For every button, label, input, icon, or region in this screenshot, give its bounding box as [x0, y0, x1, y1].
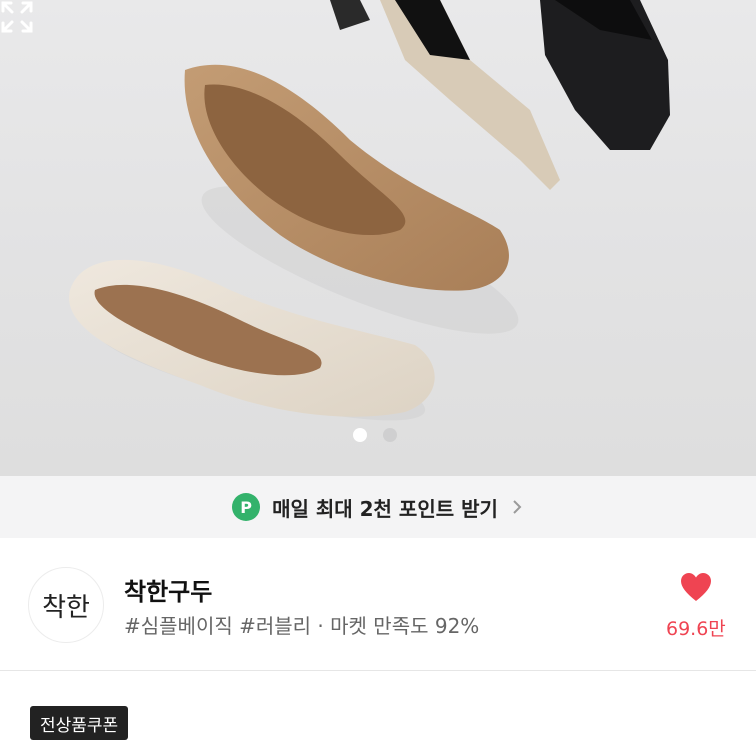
- pager-dot[interactable]: [383, 428, 397, 442]
- daily-points-banner[interactable]: P 매일 최대 2천 포인트 받기: [0, 476, 756, 538]
- pager-dot-active[interactable]: [353, 428, 367, 442]
- product-photo: [69, 0, 670, 421]
- points-badge-icon: P: [232, 493, 261, 521]
- expand-icon[interactable]: [0, 0, 34, 34]
- store-info[interactable]: 착한 착한구두 #심플베이직 #러블리 · 마켓 만족도 92% 69.6만: [0, 538, 756, 671]
- points-banner-text: 매일 최대 2천 포인트 받기: [272, 496, 498, 521]
- store-avatar[interactable]: 착한: [28, 567, 104, 643]
- likes-count: 69.6만: [666, 618, 726, 640]
- carousel-pager: [353, 428, 397, 442]
- store-name[interactable]: 착한구두: [124, 572, 212, 607]
- all-products-coupon-badge[interactable]: 전상품쿠폰: [30, 706, 129, 740]
- chevron-right-icon: [513, 500, 522, 514]
- heart-icon[interactable]: [680, 572, 712, 602]
- store-tags: #심플베이직 #러블리 · 마켓 만족도 92%: [124, 614, 480, 638]
- product-image-carousel[interactable]: [0, 0, 756, 476]
